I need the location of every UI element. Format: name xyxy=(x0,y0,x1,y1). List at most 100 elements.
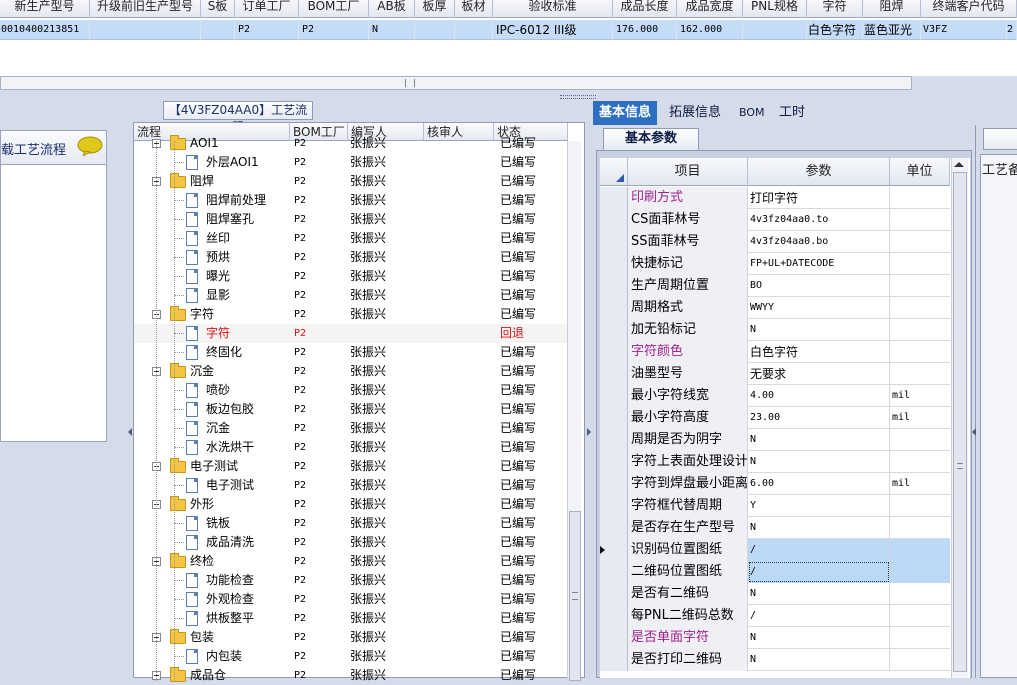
param-row[interactable]: 二维码位置图纸 / xyxy=(600,561,950,583)
cell-solder-mask[interactable]: 蓝色亚光 xyxy=(863,20,921,40)
param-row[interactable]: 快捷标记 FP+UL+DATECODE xyxy=(600,253,950,275)
param-row[interactable]: 生产周期位置 BO xyxy=(600,275,950,297)
tab-bom[interactable]: BOM xyxy=(733,101,771,125)
param-col-item[interactable]: 项目 xyxy=(628,158,748,186)
param-value[interactable]: FP+UL+DATECODE xyxy=(748,253,890,275)
tree-row[interactable]: 板边包胶 P2 张振兴 已编写 xyxy=(134,400,568,419)
row-header[interactable] xyxy=(600,275,628,297)
col-length[interactable]: 成品长度 xyxy=(613,0,677,18)
param-value[interactable]: N xyxy=(748,583,890,605)
cell-order-factory[interactable]: P2 xyxy=(235,20,299,40)
row-header[interactable] xyxy=(600,297,628,319)
row-header[interactable] xyxy=(600,253,628,275)
row-header[interactable] xyxy=(600,385,628,407)
col-s-board[interactable]: S板 xyxy=(201,0,235,18)
left-panel-tab[interactable]: 载工艺流程 xyxy=(0,130,107,164)
cell-ab-board[interactable]: N xyxy=(369,20,415,40)
cell-customer[interactable]: V3FZ xyxy=(921,20,1007,40)
col-material[interactable]: 板材 xyxy=(455,0,493,18)
tree-row[interactable]: 外层AOI1 P2 张振兴 已编写 xyxy=(134,153,568,172)
param-row[interactable]: 字符上表面处理设计 N xyxy=(600,451,950,473)
tree-row[interactable]: 内包装 P2 张振兴 已编写 xyxy=(134,647,568,666)
row-header[interactable] xyxy=(600,319,628,341)
param-value[interactable]: 无要求 xyxy=(748,363,890,385)
param-grid-vertical-scrollbar[interactable] xyxy=(951,158,968,678)
param-row[interactable]: 是否存在生产型号 N xyxy=(600,517,950,539)
param-row[interactable]: 油墨型号 无要求 xyxy=(600,363,950,385)
col-new-model[interactable]: 新生产型号 xyxy=(0,0,90,18)
col-ab-board[interactable]: AB板 xyxy=(369,0,415,18)
tree-row[interactable]: 字符 P2 张振兴 已编写 xyxy=(134,305,568,324)
cell-thickness[interactable] xyxy=(415,20,455,40)
param-value[interactable]: / xyxy=(748,539,890,561)
cell-char[interactable]: 白色字符 xyxy=(807,20,863,40)
param-value[interactable]: / xyxy=(748,561,890,583)
param-col-unit[interactable]: 单位 xyxy=(890,158,950,186)
param-row[interactable]: 是否打印二维码 N xyxy=(600,649,950,671)
cell-material[interactable] xyxy=(455,20,493,40)
param-value[interactable]: N xyxy=(748,649,890,671)
cell-extra[interactable]: 2 xyxy=(1007,20,1017,40)
tree-row[interactable]: 铣板 P2 张振兴 已编写 xyxy=(134,514,568,533)
tree-row[interactable]: 阻焊塞孔 P2 张振兴 已编写 xyxy=(134,210,568,229)
param-value[interactable]: 4.00 xyxy=(748,385,890,407)
param-value[interactable]: 6.00 xyxy=(748,473,890,495)
row-header[interactable] xyxy=(600,209,628,231)
row-header[interactable] xyxy=(600,407,628,429)
tree-row[interactable]: 阻焊前处理 P2 张振兴 已编写 xyxy=(134,191,568,210)
tree-row[interactable]: 沉金 P2 张振兴 已编写 xyxy=(134,362,568,381)
row-header[interactable] xyxy=(600,341,628,363)
tab-basic-info[interactable]: 基本信息 xyxy=(593,101,658,125)
row-header[interactable] xyxy=(600,649,628,671)
col-width[interactable]: 成品宽度 xyxy=(677,0,743,18)
tree-row[interactable]: 外形 P2 张振兴 已编写 xyxy=(134,495,568,514)
tab-extended-info[interactable]: 拓展信息 xyxy=(663,101,727,125)
cell-width[interactable]: 162.000 xyxy=(677,20,743,40)
far-right-tab[interactable] xyxy=(983,128,1017,150)
tree-row[interactable]: 沉金 P2 张振兴 已编写 xyxy=(134,419,568,438)
tree-vertical-scrollbar[interactable] xyxy=(567,141,581,681)
param-value[interactable]: N xyxy=(748,627,890,649)
param-value[interactable]: / xyxy=(748,605,890,627)
param-row[interactable]: 最小字符线宽 4.00 mil xyxy=(600,385,950,407)
tree-row[interactable]: 外观检查 P2 张振兴 已编写 xyxy=(134,590,568,609)
collapse-tree-arrow-icon[interactable] xyxy=(587,428,591,436)
cell-model[interactable]: 0010400213851 xyxy=(0,20,90,40)
tree-row[interactable]: 字符 P2 回退 xyxy=(134,324,568,343)
col-standard[interactable]: 验收标准 xyxy=(493,0,613,18)
chat-bubble-icon[interactable] xyxy=(77,136,103,156)
tree-row[interactable]: 曝光 P2 张振兴 已编写 xyxy=(134,267,568,286)
top-grid-horizontal-scrollbar[interactable] xyxy=(0,76,912,90)
param-value[interactable]: 白色字符 xyxy=(748,341,890,363)
param-row[interactable]: 字符框代替周期 Y xyxy=(600,495,950,517)
cell-standard[interactable]: IPC-6012 III级 xyxy=(493,20,613,40)
param-value[interactable]: N xyxy=(748,429,890,451)
tab-basic-params[interactable]: 基本参数 xyxy=(603,128,699,150)
row-header[interactable] xyxy=(600,605,628,627)
tree-row[interactable]: 水洗烘干 P2 张振兴 已编写 xyxy=(134,438,568,457)
tree-row[interactable]: 终检 P2 张振兴 已编写 xyxy=(134,552,568,571)
row-header[interactable] xyxy=(600,517,628,539)
row-header[interactable] xyxy=(600,495,628,517)
row-header[interactable] xyxy=(600,583,628,605)
param-value[interactable]: Y xyxy=(748,495,890,517)
cell-s-board[interactable] xyxy=(201,20,235,40)
param-row[interactable]: 印刷方式 打印字符 xyxy=(600,187,950,209)
col-old-model[interactable]: 升级前旧生产型号 xyxy=(90,0,201,18)
product-row[interactable]: 0010400213851 P2 P2 N IPC-6012 III级 176.… xyxy=(0,20,1017,40)
tree-row[interactable]: AOI1 P2 张振兴 已编写 xyxy=(134,134,568,153)
tab-work-hours[interactable]: 工时 xyxy=(773,101,811,125)
cell-bom-factory[interactable]: P2 xyxy=(299,20,369,40)
col-solder-mask[interactable]: 阻焊 xyxy=(863,0,921,18)
tree-scroll-thumb[interactable] xyxy=(569,511,581,681)
param-col-value[interactable]: 参数 xyxy=(748,158,890,186)
tree-row[interactable]: 成品仓 P2 张振兴 已编写 xyxy=(134,666,568,685)
param-row[interactable]: 字符颜色 白色字符 xyxy=(600,341,950,363)
param-value[interactable]: 打印字符 xyxy=(748,187,890,209)
row-header[interactable] xyxy=(600,231,628,253)
param-value[interactable]: 4v3fz04aa0.to xyxy=(748,209,890,231)
param-row[interactable]: 周期格式 WWYY xyxy=(600,297,950,319)
cell-old-model[interactable] xyxy=(90,20,201,40)
param-row[interactable]: SS面菲林号 4v3fz04aa0.bo xyxy=(600,231,950,253)
col-order-factory[interactable]: 订单工厂 xyxy=(235,0,299,18)
